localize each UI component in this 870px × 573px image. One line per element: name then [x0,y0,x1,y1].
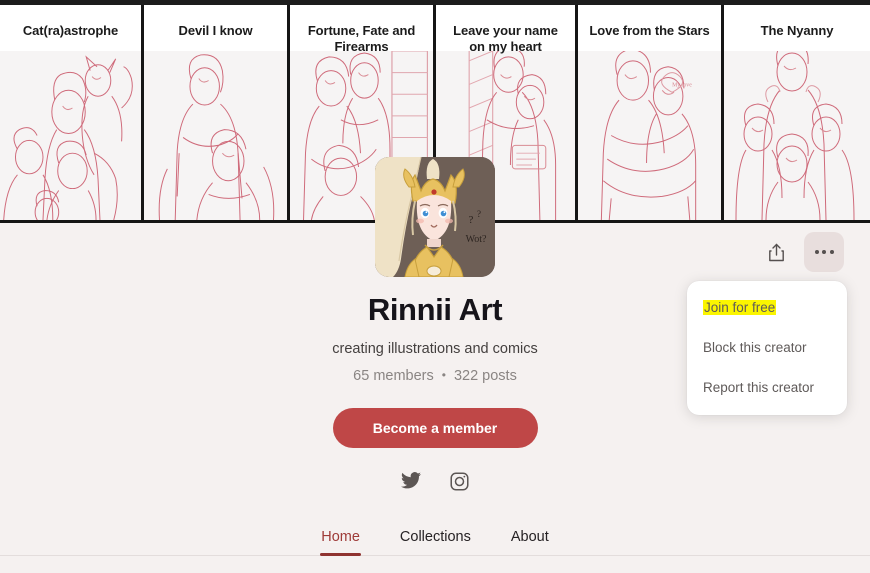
twitter-link[interactable] [400,470,422,492]
tab-home[interactable]: Home [319,522,362,556]
banner-cover-title: Fortune, Fate and Firearms [307,23,416,55]
banner-cover-artwork [724,51,870,220]
banner-cover-title: The Nyanny [760,23,834,38]
more-options-icon [814,250,834,254]
avatar[interactable]: ? ? Wot? [375,157,495,277]
banner-cover-artwork [144,51,287,220]
menu-item-block-creator[interactable]: Block this creator [687,339,847,357]
profile-tabbar: Home Collections About [0,522,870,556]
instagram-icon [450,471,469,491]
svg-text:?: ? [477,209,481,219]
stats-separator: • [441,368,446,382]
twitter-icon [400,472,421,490]
instagram-link[interactable] [449,470,471,492]
avatar-illustration: ? ? Wot? [375,157,495,277]
share-button[interactable] [756,232,796,272]
creator-options-menu: Join for free Block this creator Report … [687,281,847,415]
banner-cover-artwork [0,51,141,220]
banner-action-buttons [756,232,844,272]
banner-cover-title: Love from the Stars [589,23,710,38]
social-links [0,470,870,492]
menu-item-report-creator[interactable]: Report this creator [687,379,847,397]
tab-about[interactable]: About [509,522,551,555]
svg-text:Wot?: Wot? [466,234,487,245]
more-options-button[interactable] [804,232,844,272]
banner-cover-1[interactable]: Cat(ra)astrophe [0,5,144,220]
banner-cover-artwork: My love [578,51,721,220]
menu-item-label: Join for free [703,300,777,315]
tab-collections[interactable]: Collections [398,522,473,555]
svg-text:?: ? [469,214,474,226]
post-count: 322 posts [453,368,517,384]
banner-cover-title: Leave your name on my heart [453,23,558,55]
menu-item-join-for-free[interactable]: Join for free [687,299,847,317]
become-a-member-button[interactable]: Become a member [332,408,538,448]
banner-cover-title: Devil I know [178,23,253,38]
banner-cover-title: Cat(ra)astrophe [22,23,119,38]
share-icon [768,243,785,262]
banner-cover-5[interactable]: Love from the Stars My love [578,5,724,220]
member-count: 65 members [353,368,434,384]
banner-cover-2[interactable]: Devil I know [144,5,290,220]
banner-cover-6[interactable]: The Nyanny [724,5,870,220]
